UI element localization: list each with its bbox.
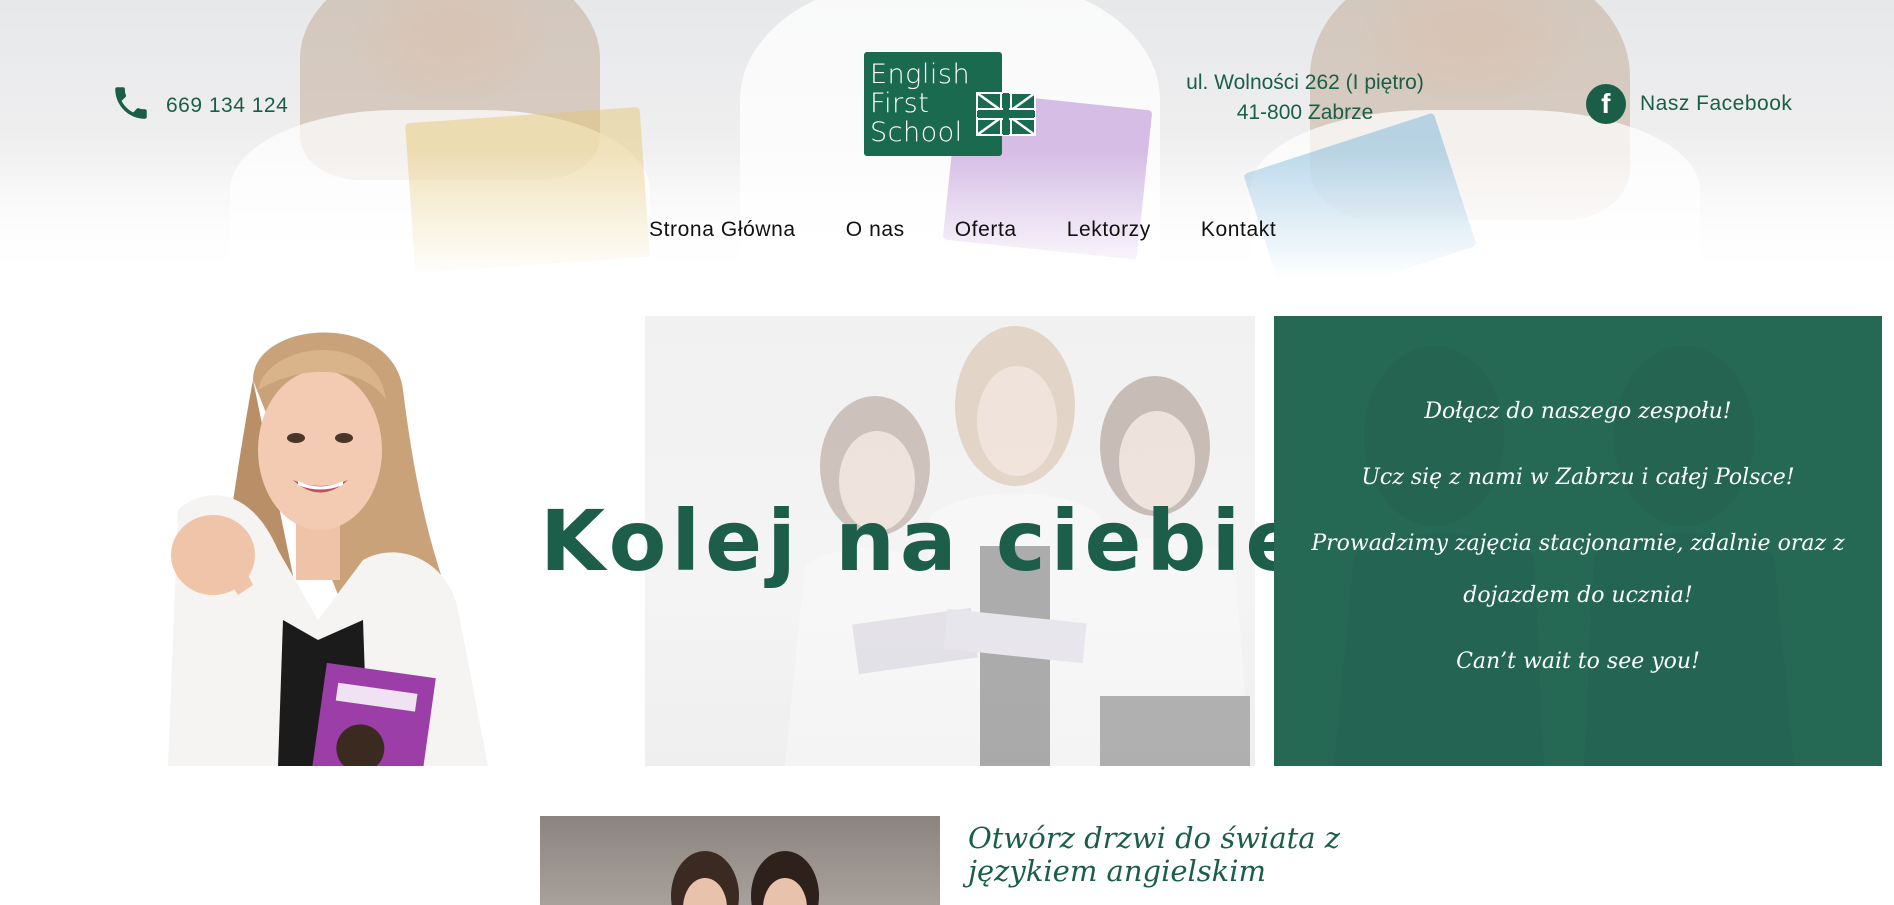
union-jack-flag-icon <box>976 91 1036 140</box>
facebook-label[interactable]: Nasz Facebook <box>1640 92 1792 116</box>
header-fade <box>0 150 1894 280</box>
two-teachers-photo <box>540 816 940 905</box>
nav-item-teachers[interactable]: Lektorzy <box>1067 218 1151 242</box>
hero-title: Kolej na ciebie! <box>540 492 1351 590</box>
panel-line-cant-wait: Can’t wait to see you! <box>1456 649 1700 674</box>
logo-line-1: English <box>870 59 971 90</box>
address-line-1: ul. Wolności 262 (I piętro) <box>1186 71 1424 94</box>
info-panel-text: Dołącz do naszego zespołu! Ucz się z nam… <box>1274 386 1882 702</box>
main-nav: Strona Główna O nas Oferta Lektorzy Kont… <box>649 218 1276 242</box>
logo-line-2: First <box>870 88 930 119</box>
nav-item-contact[interactable]: Kontakt <box>1201 218 1276 242</box>
address-line-2: 41-800 Zabrze <box>1236 101 1374 124</box>
logo-text: English First School <box>870 60 970 147</box>
panel-line-join: Dołącz do naszego zespołu! <box>1424 399 1732 424</box>
panel-line-learn: Ucz się z nami w Zabrzu i całej Polsce! <box>1361 465 1795 490</box>
school-logo[interactable]: English First School <box>864 52 1036 156</box>
logo-line-3: School <box>870 117 963 148</box>
nav-item-offer[interactable]: Oferta <box>955 218 1017 242</box>
facebook-icon: f <box>1586 84 1626 124</box>
facebook-link[interactable]: f Nasz Facebook <box>1586 84 1792 124</box>
phone-icon <box>110 82 152 130</box>
phone-contact[interactable]: 669 134 124 <box>110 82 288 130</box>
teacher-photo-left <box>158 320 498 766</box>
phone-number[interactable]: 669 134 124 <box>166 94 288 118</box>
info-panel: Dołącz do naszego zespołu! Ucz się z nam… <box>1274 316 1882 766</box>
nav-item-home[interactable]: Strona Główna <box>649 218 796 242</box>
section-title: Otwórz drzwi do świata z językiem angiel… <box>968 821 1341 888</box>
nav-item-about[interactable]: O nas <box>846 218 905 242</box>
address: ul. Wolności 262 (I piętro) 41-800 Zabrz… <box>1160 68 1450 128</box>
panel-line-classes: Prowadzimy zajęcia stacjonarnie, zdalnie… <box>1311 531 1845 608</box>
